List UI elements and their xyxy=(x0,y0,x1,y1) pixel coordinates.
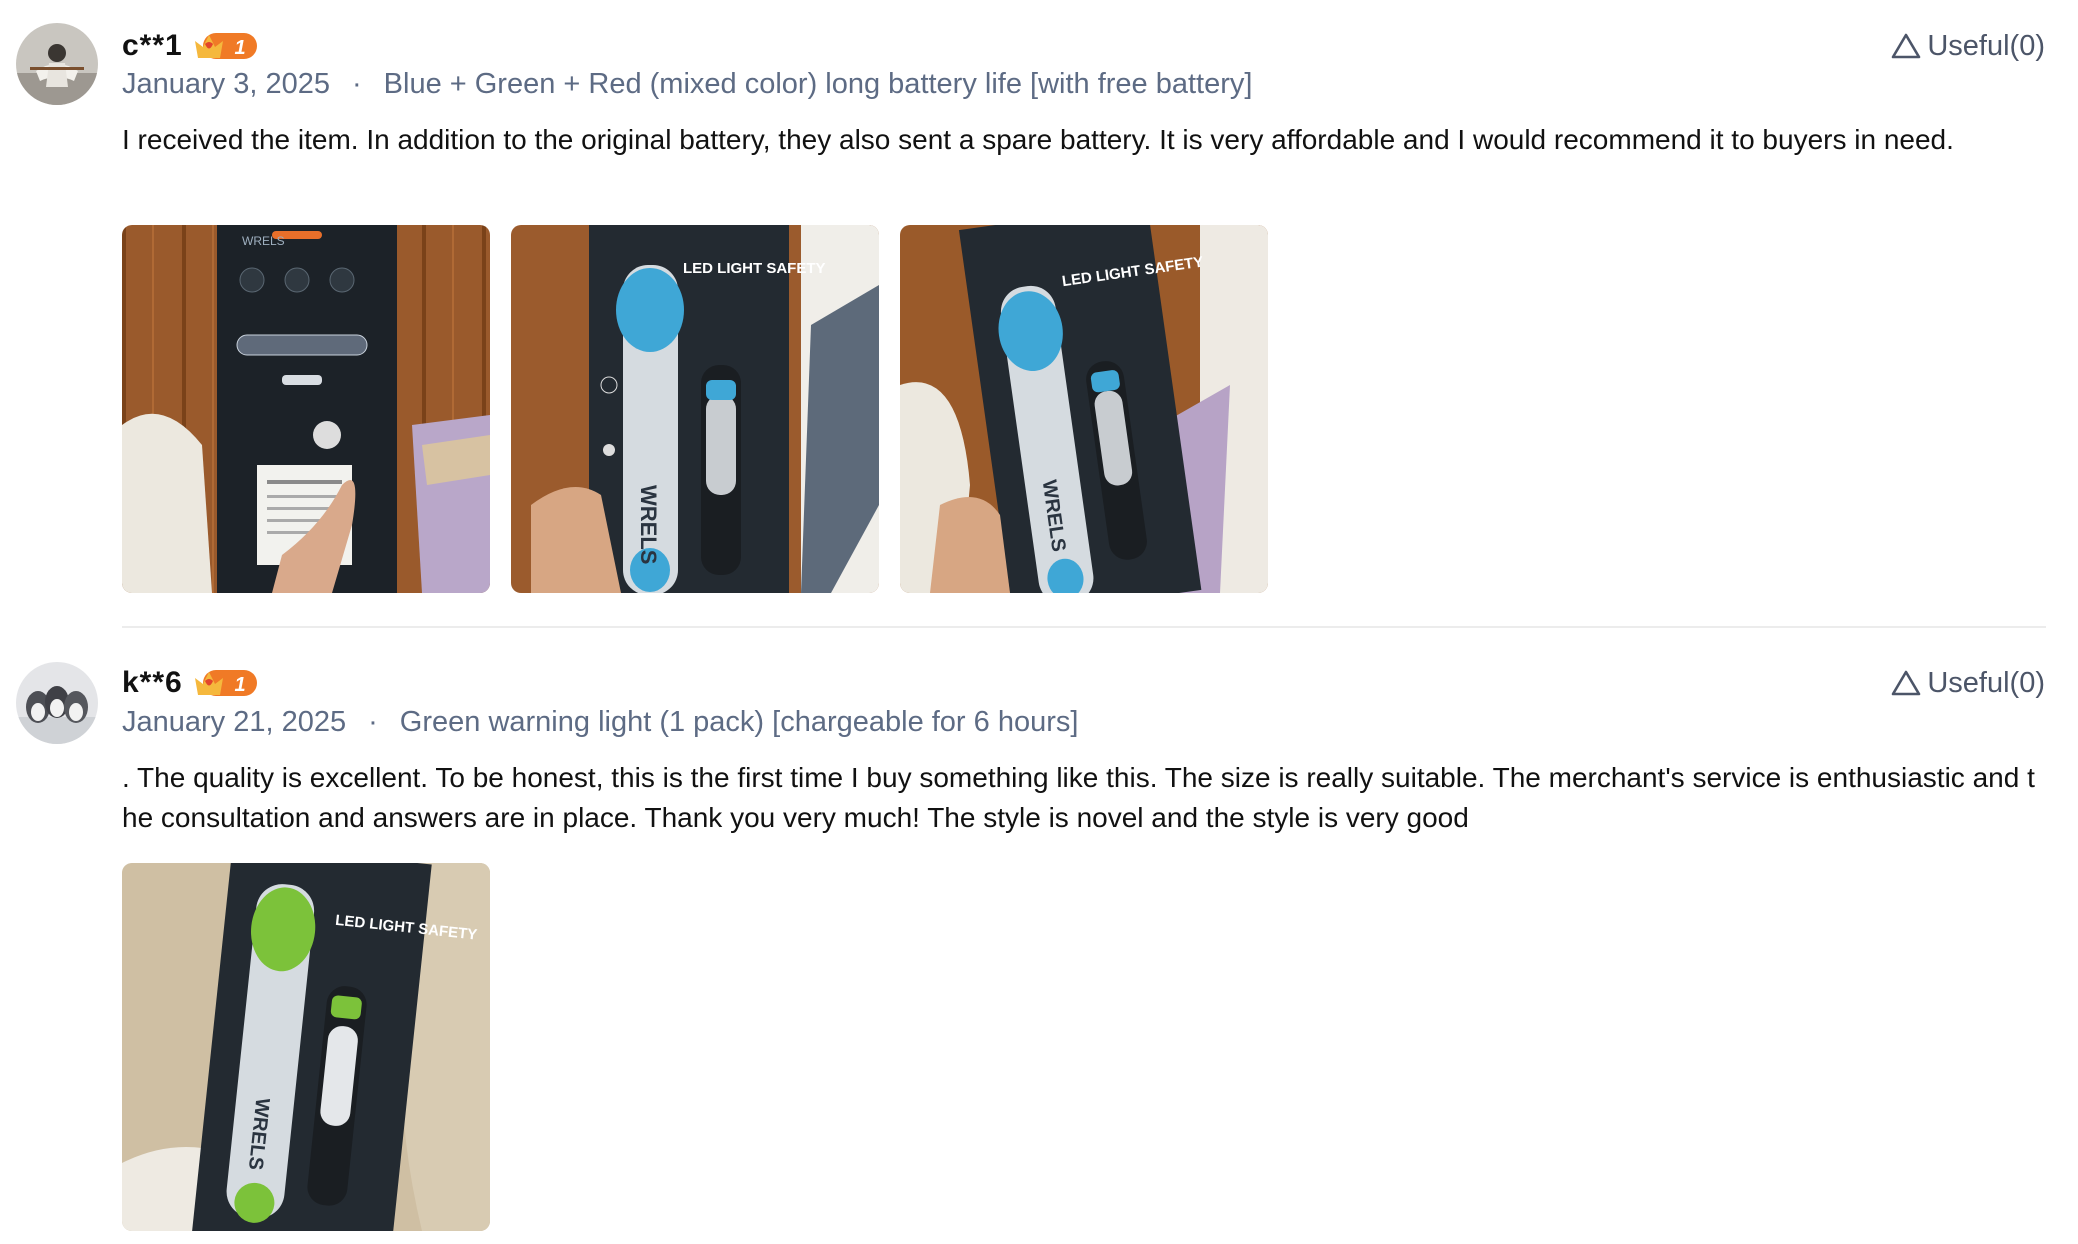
user-info: c**1 1 xyxy=(122,26,259,66)
meta-separator: · xyxy=(351,67,362,100)
review-date: January 21, 2025 xyxy=(122,705,347,738)
user-avatar[interactable] xyxy=(16,23,98,105)
username: k**6 xyxy=(122,666,183,699)
useful-label: Useful(0) xyxy=(1927,666,2045,699)
useful-label: Useful(0) xyxy=(1927,29,2045,62)
level-badge: 1 xyxy=(193,668,259,698)
triangle-outline-icon xyxy=(1892,33,1921,59)
review-text: I received the item. In addition to the … xyxy=(122,124,1954,155)
username: c**1 xyxy=(122,29,183,62)
user-avatar[interactable] xyxy=(16,662,98,744)
svg-text:LED LIGHT SAFETY: LED LIGHT SAFETY xyxy=(683,260,826,277)
review-photo[interactable]: LED LIGHT SAFETY WRELS xyxy=(900,225,1268,593)
svg-text:WRELS: WRELS xyxy=(242,234,285,248)
review-photo[interactable]: LED LIGHT SAFETY WRELS xyxy=(511,225,879,593)
svg-text:WRELS: WRELS xyxy=(636,485,661,564)
triangle-outline-icon xyxy=(1892,670,1921,696)
review-date: January 3, 2025 xyxy=(122,67,330,100)
review-meta: January 3, 2025 · Blue + Green + Red (mi… xyxy=(122,64,1252,104)
meta-separator: · xyxy=(368,705,378,738)
useful-button[interactable]: Useful(0) xyxy=(1891,663,2045,703)
review-item: k**6 1 Useful(0) January 21, 2025 · Gree… xyxy=(0,638,2078,1244)
crown-level-badge-icon: 1 xyxy=(194,33,257,59)
useful-button[interactable]: Useful(0) xyxy=(1891,26,2045,66)
review-divider xyxy=(122,626,2046,628)
level-badge: 1 xyxy=(193,31,259,61)
review-text: . The quality is excellent. To be honest… xyxy=(122,762,2035,833)
review-photos: WRELS LED LIGHT SAFETY WRELS LED LIGHT S… xyxy=(122,225,1268,593)
review-photos: LED LIGHT SAFETY WRELS xyxy=(122,863,490,1231)
crown-level-badge-icon: 1 xyxy=(194,670,257,696)
review-photo[interactable]: LED LIGHT SAFETY WRELS xyxy=(122,863,490,1231)
review-meta: January 21, 2025 · Green warning light (… xyxy=(122,702,1078,742)
review-photo[interactable]: WRELS xyxy=(122,225,490,593)
svg-text:1: 1 xyxy=(234,37,245,59)
user-info: k**6 1 xyxy=(122,663,259,703)
review-item: c**1 1 Useful(0) January 3, 2025 · Blue … xyxy=(0,0,2078,628)
svg-text:1: 1 xyxy=(234,674,245,696)
review-variant: Green warning light (1 pack) [chargeable… xyxy=(399,705,1079,738)
review-variant: Blue + Green + Red (mixed color) long ba… xyxy=(383,67,1253,100)
